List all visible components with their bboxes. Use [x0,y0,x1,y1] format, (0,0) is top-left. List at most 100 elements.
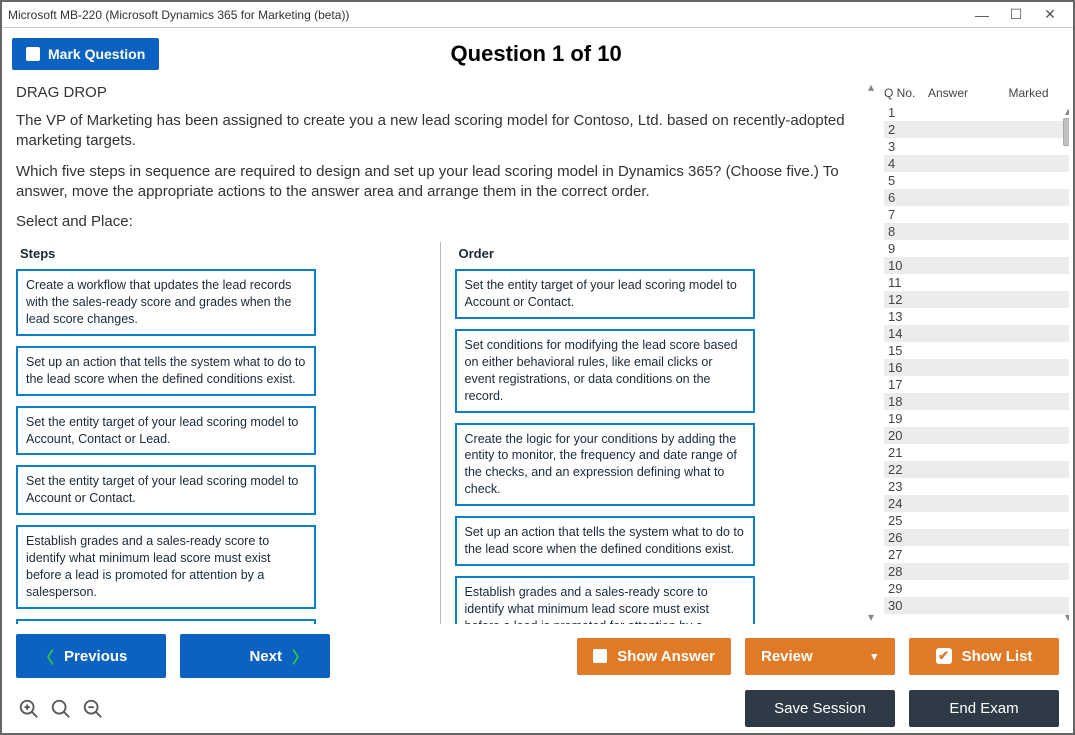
question-number: 19 [888,411,932,426]
question-nav-row[interactable]: 11 [884,274,1069,291]
col-qno: Q No. [884,86,928,100]
window-title: Microsoft MB-220 (Microsoft Dynamics 365… [8,8,965,22]
show-list-label: Show List [962,648,1033,665]
minimize-button[interactable]: — [965,7,999,23]
order-slot[interactable]: Set conditions for modifying the lead sc… [455,329,755,413]
steps-column: Steps Create a workflow that updates the… [16,242,426,624]
step-option[interactable]: Set the entity target of your lead scori… [16,465,316,515]
question-nav-row[interactable]: 3 [884,138,1069,155]
question-nav-row[interactable]: 21 [884,444,1069,461]
question-nav-row[interactable]: 10 [884,257,1069,274]
question-number: 7 [888,207,932,222]
question-nav-row[interactable]: 26 [884,529,1069,546]
question-number: 27 [888,547,932,562]
question-number: 18 [888,394,932,409]
question-nav-row[interactable]: 17 [884,376,1069,393]
question-nav-row[interactable]: 23 [884,478,1069,495]
end-exam-button[interactable]: End Exam [909,690,1059,727]
question-nav-row[interactable]: 20 [884,427,1069,444]
question-text-1: The VP of Marketing has been assigned to… [16,111,864,152]
zoom-out-icon[interactable] [82,698,106,720]
question-nav-row[interactable]: 7 [884,206,1069,223]
question-nav-row[interactable]: 16 [884,359,1069,376]
mark-question-button[interactable]: Mark Question [12,38,159,70]
question-number: 29 [888,581,932,596]
step-option[interactable]: Establish grades and a sales-ready score… [16,525,316,609]
question-number: 8 [888,224,932,239]
question-nav-row[interactable]: 8 [884,223,1069,240]
question-number: 3 [888,139,932,154]
order-slot[interactable]: Create the logic for your conditions by … [455,423,755,507]
col-marked: Marked [988,86,1069,100]
square-icon [593,649,607,663]
maximize-button[interactable]: ☐ [999,6,1033,23]
question-nav-row[interactable]: 27 [884,546,1069,563]
question-nav-row[interactable]: 25 [884,512,1069,529]
question-counter: Question 1 of 10 [159,41,913,67]
review-button[interactable]: Review ▾ [745,638,895,675]
step-option[interactable]: Set conditions for modifying the lead sc… [16,619,316,624]
question-number: 28 [888,564,932,579]
scroll-up-icon[interactable]: ▴ [868,80,874,94]
question-number: 9 [888,241,932,256]
question-number: 24 [888,496,932,511]
question-text-3: Select and Place: [16,212,864,232]
review-label: Review [761,648,813,665]
scrollbar-thumb[interactable] [1063,118,1069,146]
close-button[interactable]: ✕ [1033,6,1067,23]
question-number: 1 [888,105,932,120]
show-answer-button[interactable]: Show Answer [577,638,731,675]
step-option[interactable]: Set the entity target of your lead scori… [16,406,316,456]
question-nav-row[interactable]: 2 [884,121,1069,138]
question-number: 10 [888,258,932,273]
order-slot[interactable]: Establish grades and a sales-ready score… [455,576,755,624]
question-nav-row[interactable]: 5 [884,172,1069,189]
question-nav-row[interactable]: 22 [884,461,1069,478]
question-list[interactable]: ▴ 12345678910111213141516171819202122232… [884,104,1069,624]
next-label: Next [249,648,282,665]
question-nav-row[interactable]: 14 [884,325,1069,342]
order-slot[interactable]: Set the entity target of your lead scori… [455,269,755,319]
question-number: 22 [888,462,932,477]
question-nav-row[interactable]: 15 [884,342,1069,359]
chevron-right-icon: 〉 [292,644,308,668]
question-number: 17 [888,377,932,392]
zoom-reset-icon[interactable] [50,698,74,720]
question-number: 16 [888,360,932,375]
question-nav-row[interactable]: 12 [884,291,1069,308]
question-nav-row[interactable]: 19 [884,410,1069,427]
question-nav-row[interactable]: 24 [884,495,1069,512]
title-bar: Microsoft MB-220 (Microsoft Dynamics 365… [2,2,1073,28]
step-option[interactable]: Set up an action that tells the system w… [16,346,316,396]
question-pane[interactable]: ▴ DRAG DROP The VP of Marketing has been… [2,80,878,624]
order-column: Order Set the entity target of your lead… [440,242,865,624]
question-nav-row[interactable]: 13 [884,308,1069,325]
question-number: 25 [888,513,932,528]
check-icon: ✔ [936,648,952,664]
scroll-down-icon[interactable]: ▾ [868,610,874,624]
question-nav-row[interactable]: 6 [884,189,1069,206]
step-option[interactable]: Create a workflow that updates the lead … [16,269,316,336]
zoom-in-icon[interactable] [18,698,42,720]
order-slot[interactable]: Set up an action that tells the system w… [455,516,755,566]
question-nav-row[interactable]: 18 [884,393,1069,410]
question-number: 15 [888,343,932,358]
save-session-button[interactable]: Save Session [745,690,895,727]
next-button[interactable]: Next 〉 [180,634,330,678]
show-list-button[interactable]: ✔ Show List [909,638,1059,675]
question-number: 14 [888,326,932,341]
list-scroll-down-icon[interactable]: ▾ [1065,610,1069,624]
previous-button[interactable]: 〈 Previous [16,634,166,678]
question-nav-row[interactable]: 29 [884,580,1069,597]
question-nav-row[interactable]: 28 [884,563,1069,580]
list-scroll-up-icon[interactable]: ▴ [1065,104,1069,118]
question-number: 11 [888,275,932,290]
order-header: Order [459,246,865,261]
question-number: 12 [888,292,932,307]
question-number: 20 [888,428,932,443]
question-nav-row[interactable]: 4 [884,155,1069,172]
question-nav-row[interactable]: 1 [884,104,1069,121]
steps-header: Steps [20,246,426,261]
question-nav-row[interactable]: 9 [884,240,1069,257]
question-nav-row[interactable]: 30 [884,597,1069,614]
